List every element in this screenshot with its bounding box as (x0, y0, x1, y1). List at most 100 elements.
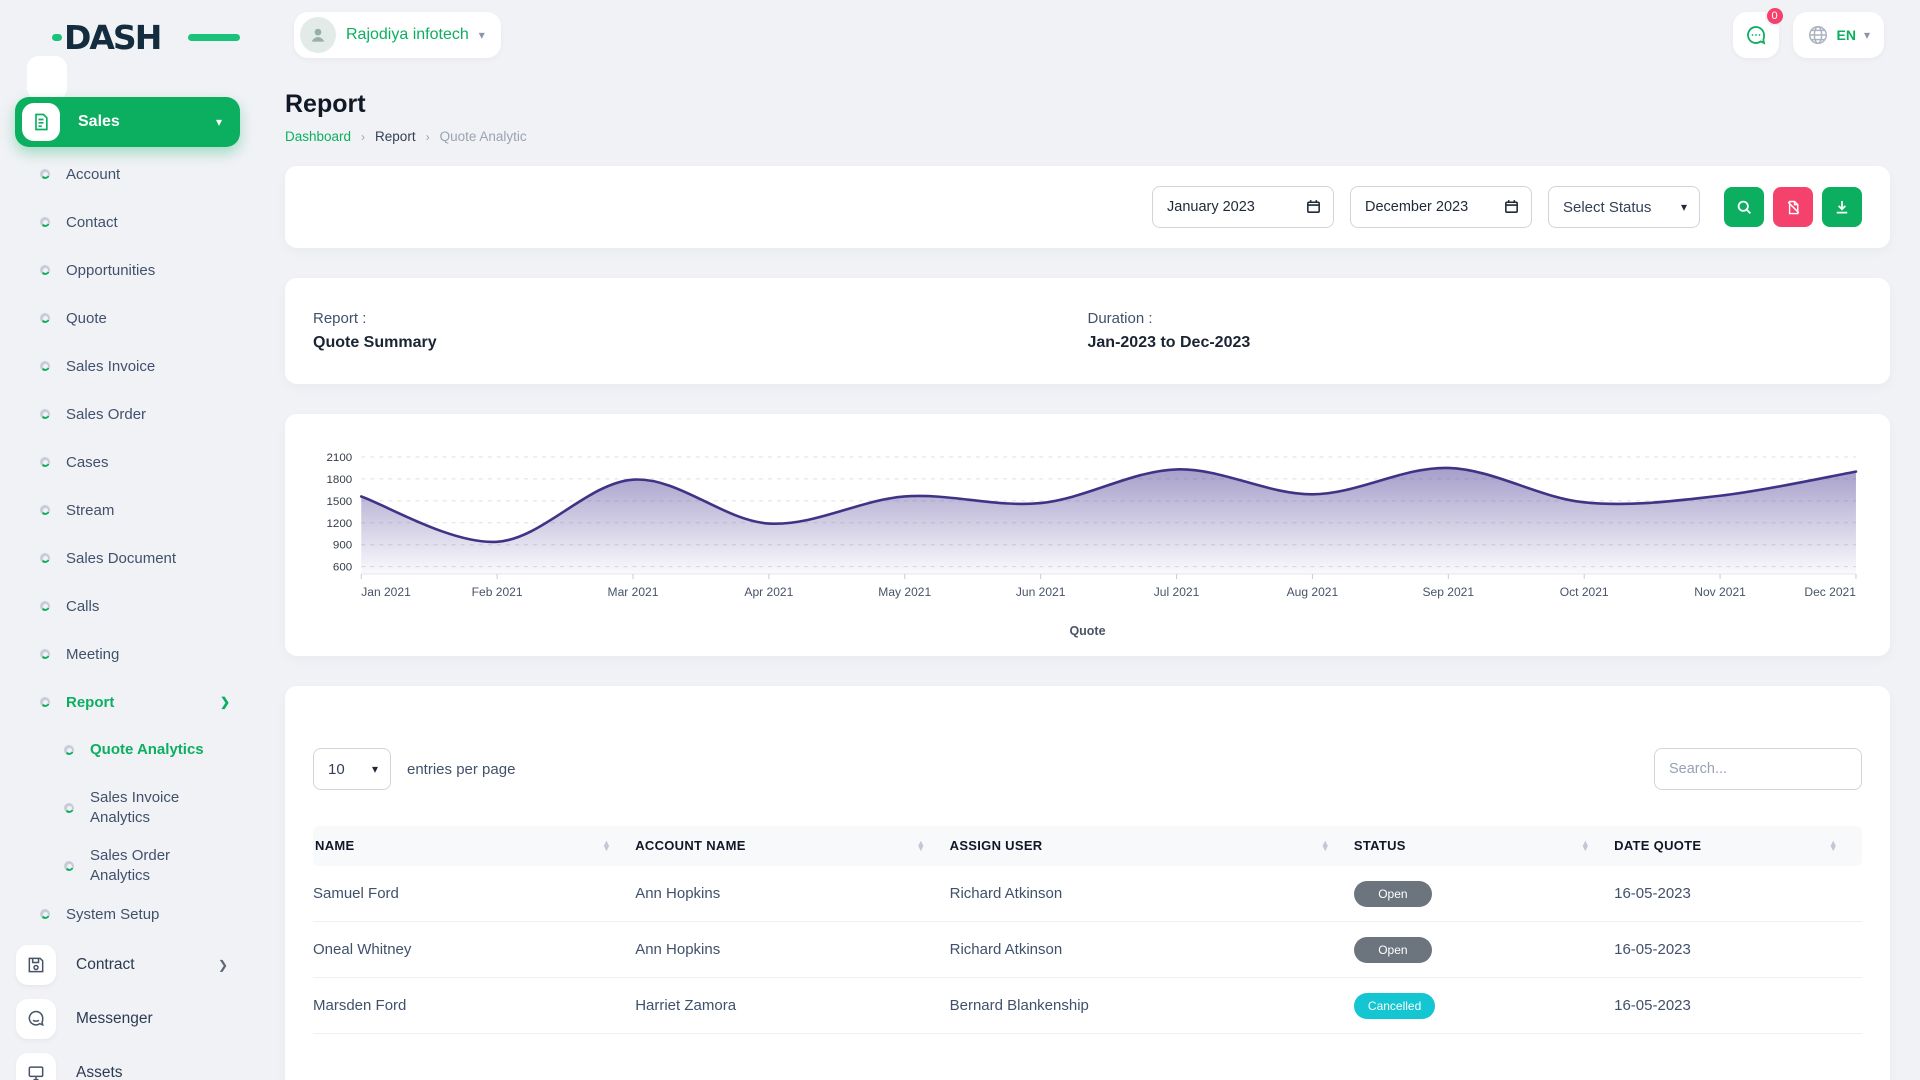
breadcrumb: Dashboard › Report › Quote Analytic (285, 129, 1890, 144)
sidebar-item-quote[interactable]: Quote (0, 294, 272, 342)
sidebar-item-label: Sales Invoice (66, 358, 155, 375)
cell-date: 16-05-2023 (1614, 922, 1862, 978)
status-select-value: Select Status (1563, 199, 1651, 216)
search-icon (1735, 198, 1753, 216)
svg-text:Jun 2021: Jun 2021 (1016, 585, 1066, 599)
breadcrumb-dashboard[interactable]: Dashboard (285, 129, 351, 144)
sidebar-item-cases[interactable]: Cases (0, 438, 272, 486)
svg-text:Feb 2021: Feb 2021 (472, 585, 523, 599)
chevron-right-icon: ❯ (220, 695, 230, 709)
sidebar-subitem-quote-analytics[interactable]: Quote Analytics (0, 726, 272, 774)
reset-filter-button[interactable] (1773, 187, 1813, 227)
language-code: EN (1837, 27, 1856, 43)
sidebar-subitem-sales-invoice-analytics[interactable]: Sales Invoice Analytics (0, 774, 272, 842)
sales-icon-tile (22, 103, 60, 141)
cell-assign-user: Richard Atkinson (950, 922, 1354, 978)
sidebar-module-sales[interactable]: Sales ▾ (15, 97, 240, 147)
sidebar-item-sales-document[interactable]: Sales Document (0, 534, 272, 582)
cell-status: Cancelled (1354, 978, 1614, 1034)
messages-button[interactable]: 0 (1733, 12, 1779, 58)
brand-logo[interactable]: DASH (64, 18, 204, 56)
report-label: Report : (313, 310, 1088, 327)
sidebar-item-system-setup[interactable]: System Setup (0, 890, 272, 938)
column-header-name[interactable]: NAME▲▼ (313, 826, 635, 866)
bullet-icon (40, 313, 50, 323)
cell-account: Ann Hopkins (635, 922, 949, 978)
status-badge: Open (1354, 937, 1432, 963)
download-button[interactable] (1822, 187, 1862, 227)
entries-per-page-select[interactable]: 10 ▾ (313, 748, 391, 790)
chat-bubble-icon (26, 1009, 46, 1029)
column-header-assign-user[interactable]: ASSIGN USER▲▼ (950, 826, 1354, 866)
sidebar-item-opportunities[interactable]: Opportunities (0, 246, 272, 294)
bullet-icon (40, 217, 50, 227)
top-bar: DASH Rajodiya infotech ▾ 0 (0, 0, 1920, 72)
sort-icon[interactable]: ▲▼ (1829, 841, 1838, 851)
company-avatar (300, 17, 336, 53)
calendar-icon[interactable] (1305, 198, 1322, 220)
report-value: Quote Summary (313, 334, 1088, 352)
company-selector[interactable]: Rajodiya infotech ▾ (294, 12, 501, 58)
svg-text:Oct 2021: Oct 2021 (1560, 585, 1609, 599)
scrolled-item-tile (27, 56, 67, 100)
table-row[interactable]: Samuel Ford Ann Hopkins Richard Atkinson… (313, 866, 1862, 922)
sidebar-item-contact[interactable]: Contact (0, 198, 272, 246)
sidebar-module-assets[interactable]: Assets (0, 1046, 272, 1080)
cell-status: Open (1354, 866, 1614, 922)
chevron-down-icon: ▾ (372, 762, 378, 776)
sidebar-subitem-label: Sales Invoice Analytics (90, 788, 228, 829)
sidebar-item-calls[interactable]: Calls (0, 582, 272, 630)
report-summary-card: Report : Quote Summary Duration : Jan-20… (285, 278, 1890, 384)
table-search-input[interactable] (1654, 748, 1862, 790)
cell-date: 16-05-2023 (1614, 978, 1862, 1034)
table-controls: 10 ▾ entries per page (313, 748, 1862, 790)
sort-icon[interactable]: ▲▼ (602, 841, 611, 851)
svg-text:Dec 2021: Dec 2021 (1804, 585, 1856, 599)
sort-icon[interactable]: ▲▼ (916, 841, 925, 851)
column-header-date-quote[interactable]: DATE QUOTE▲▼ (1614, 826, 1862, 866)
sidebar-item-label: Calls (66, 598, 99, 615)
bullet-icon (64, 803, 74, 813)
sidebar-item-label: Stream (66, 502, 114, 519)
sidebar-item-stream[interactable]: Stream (0, 486, 272, 534)
sidebar-module-contract[interactable]: Contract ❯ (0, 938, 272, 992)
sort-icon[interactable]: ▲▼ (1581, 841, 1590, 851)
sidebar-item-sales-invoice[interactable]: Sales Invoice (0, 342, 272, 390)
svg-text:1500: 1500 (327, 496, 353, 508)
sort-icon[interactable]: ▲▼ (1321, 841, 1330, 851)
end-month-field (1350, 186, 1532, 228)
chevron-down-icon: ▾ (479, 28, 485, 42)
language-selector[interactable]: EN ▾ (1793, 12, 1884, 58)
status-select[interactable]: Select Status ▾ (1548, 186, 1700, 228)
chevron-right-icon: › (361, 130, 365, 144)
bullet-icon (40, 361, 50, 371)
table-row[interactable]: Oneal Whitney Ann Hopkins Richard Atkins… (313, 922, 1862, 978)
cell-account: Harriet Zamora (635, 978, 949, 1034)
entries-control: 10 ▾ entries per page (313, 748, 515, 790)
bullet-icon (40, 169, 50, 179)
calendar-icon[interactable] (1503, 198, 1520, 220)
sidebar-item-meeting[interactable]: Meeting (0, 630, 272, 678)
sidebar-module-messenger[interactable]: Messenger (0, 992, 272, 1046)
column-header-account-name[interactable]: ACCOUNT NAME▲▼ (635, 826, 949, 866)
column-header-status[interactable]: STATUS▲▼ (1354, 826, 1614, 866)
file-off-icon (1785, 199, 1802, 216)
sidebar-item-label: Report (66, 694, 114, 711)
sidebar-item-label: Sales Document (66, 550, 176, 567)
device-icon (26, 1063, 46, 1080)
apply-filter-button[interactable] (1724, 187, 1764, 227)
sidebar-item-sales-order[interactable]: Sales Order (0, 390, 272, 438)
entries-per-page-value: 10 (328, 761, 345, 778)
sidebar-item-report[interactable]: Report ❯ (0, 678, 272, 726)
sidebar-subitem-sales-order-analytics[interactable]: Sales Order Analytics (0, 842, 272, 890)
svg-text:Sep 2021: Sep 2021 (1423, 585, 1475, 599)
messenger-icon-tile (16, 999, 56, 1039)
bullet-icon (40, 649, 50, 659)
svg-text:Jan 2021: Jan 2021 (361, 585, 411, 599)
svg-text:Aug 2021: Aug 2021 (1287, 585, 1339, 599)
table-row[interactable]: Marsden Ford Harriet Zamora Bernard Blan… (313, 978, 1862, 1034)
sidebar-item-account[interactable]: Account (0, 150, 272, 198)
table-header-row: NAME▲▼ ACCOUNT NAME▲▼ ASSIGN USER▲▼ STAT… (313, 826, 1862, 866)
duration-value: Jan-2023 to Dec-2023 (1088, 334, 1863, 352)
breadcrumb-report[interactable]: Report (375, 129, 416, 144)
